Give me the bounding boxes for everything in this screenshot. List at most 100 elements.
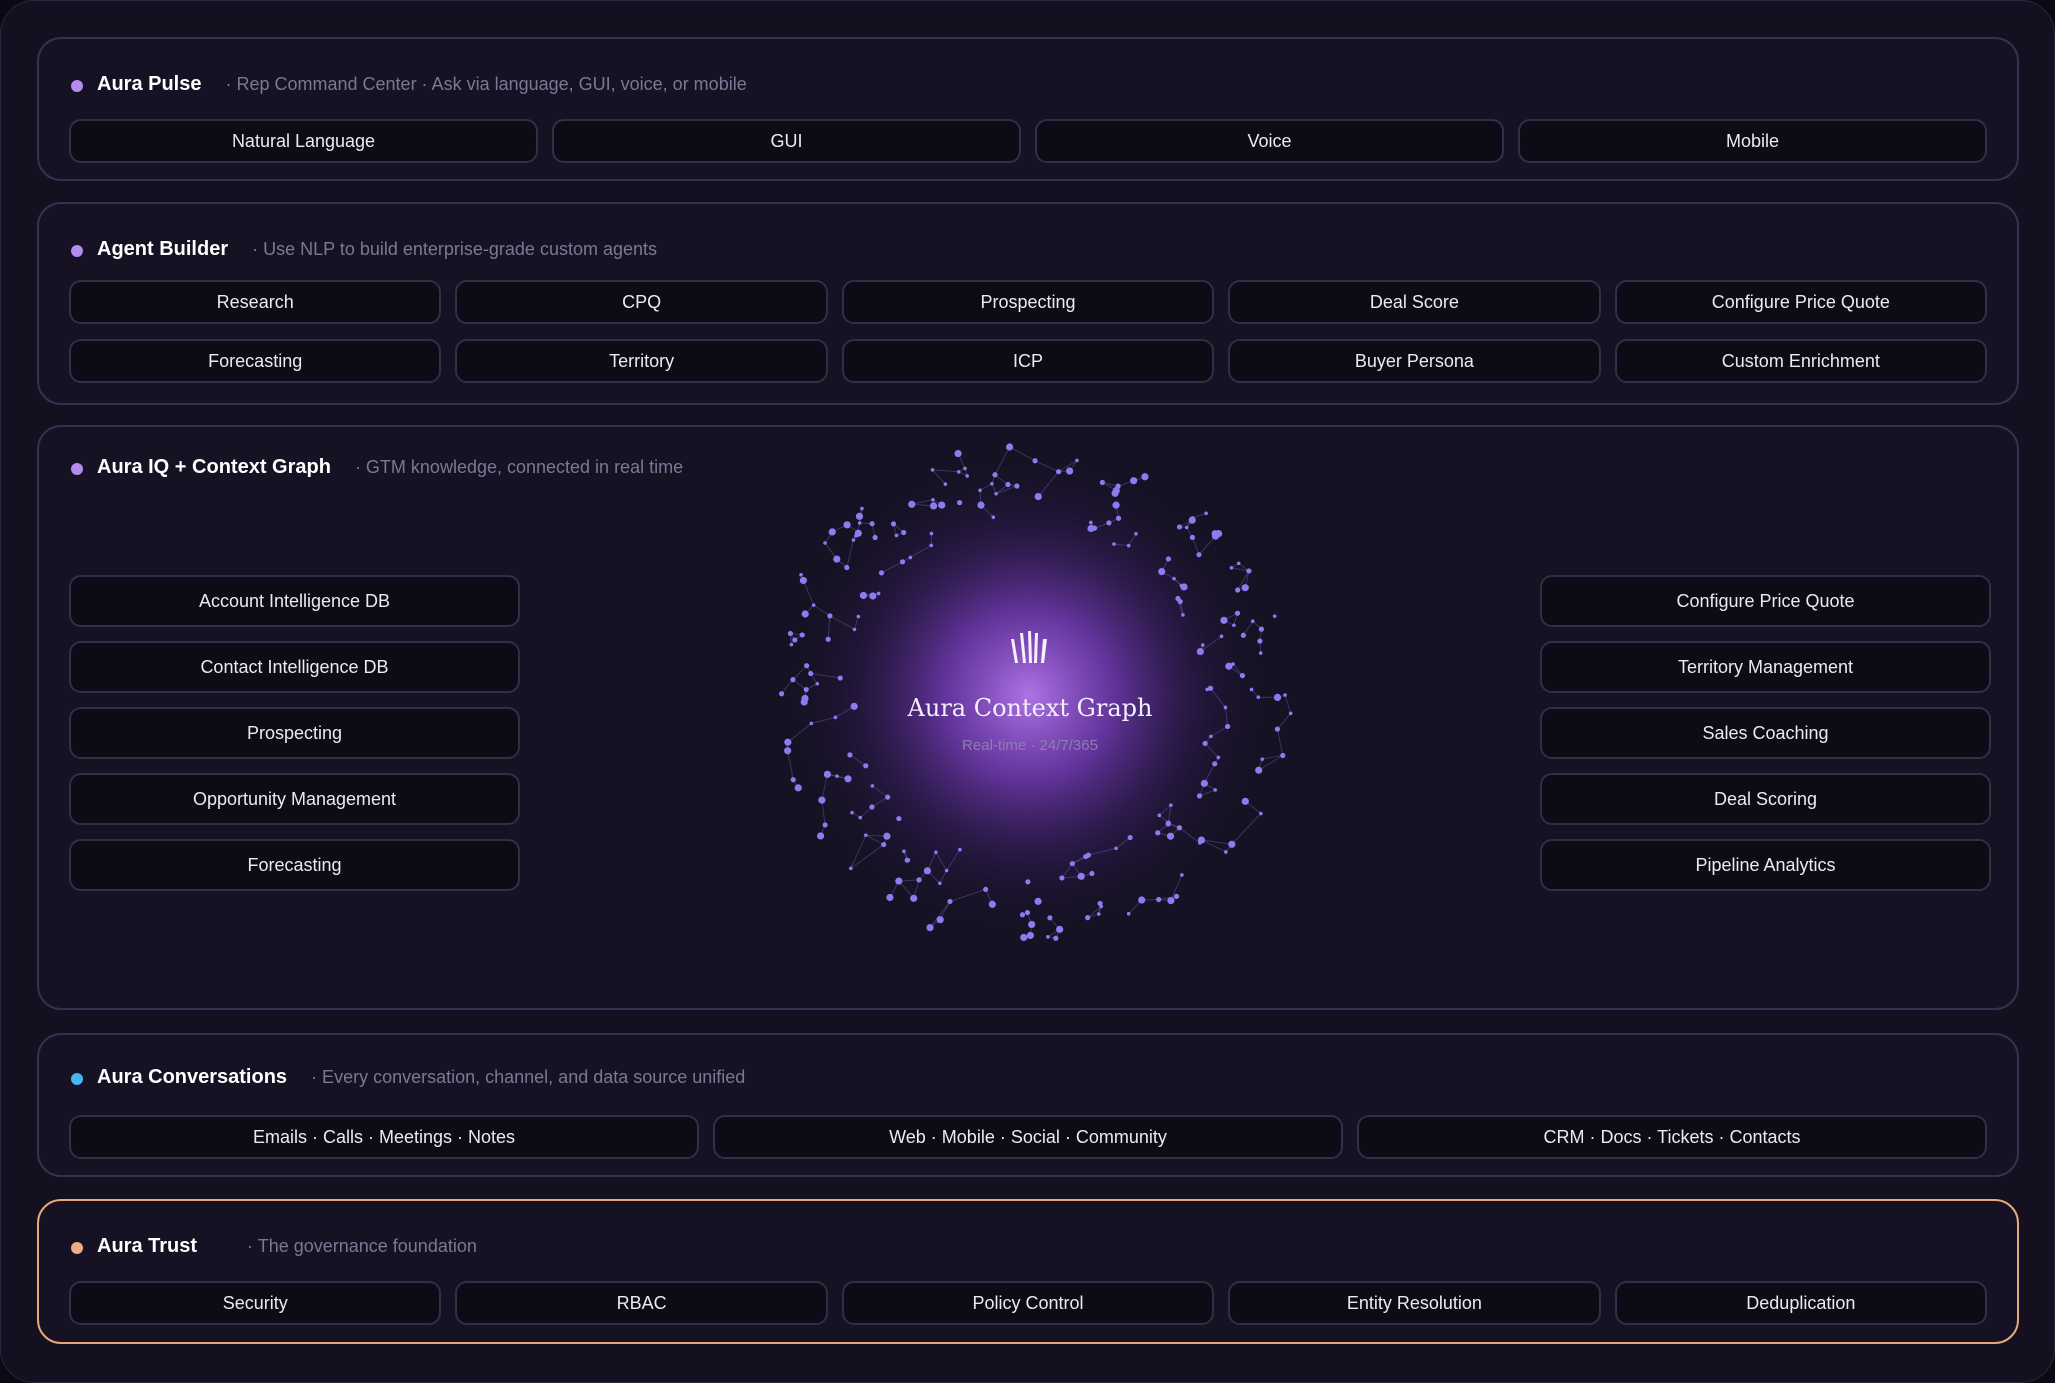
iq-territory-management[interactable]: Territory Management (1540, 641, 1991, 693)
graph-node (1165, 556, 1172, 562)
graph-node (1258, 626, 1264, 632)
agent-configure-price-quote[interactable]: Configure Price Quote (1614, 280, 1988, 324)
graph-node (885, 794, 891, 800)
graph-node (1246, 568, 1252, 574)
trust-policy-control[interactable]: Policy Control (841, 1281, 1215, 1325)
graph-node (1034, 492, 1042, 501)
conversations-emails-calls[interactable]: Emails · Calls · Meetings · Notes (69, 1115, 699, 1159)
graph-node (983, 886, 989, 892)
iq-account-intelligence-db[interactable]: Account Intelligence DB (69, 575, 520, 627)
iq-pipeline-analytics[interactable]: Pipeline Analytics (1540, 839, 1991, 891)
agent-prospecting[interactable]: Prospecting (841, 280, 1215, 324)
trust-deduplication[interactable]: Deduplication (1614, 1281, 1988, 1325)
graph-node (803, 686, 809, 693)
graph-node (1212, 761, 1218, 767)
graph-node (963, 466, 967, 471)
graph-node (1046, 935, 1050, 939)
graph-node (1257, 638, 1263, 644)
graph-node (1005, 481, 1011, 488)
platform-frame: Aura Pulse · Rep Command Center · Ask vi… (0, 0, 2055, 1383)
graph-node (876, 591, 881, 596)
iq-sales-coaching[interactable]: Sales Coaching (1540, 707, 1991, 759)
graph-node (1156, 896, 1162, 903)
agent-row-2: Forecasting Territory ICP Buyer Persona … (69, 339, 1988, 383)
graph-node (851, 538, 856, 542)
graph-node (929, 543, 933, 548)
conversations-crm-docs[interactable]: CRM · Docs · Tickets · Contacts (1357, 1115, 1987, 1159)
section-subtitle: · The governance foundation (247, 1235, 477, 1256)
graph-node (881, 841, 887, 848)
graph-node (850, 810, 854, 815)
section-title: Aura IQ + Context Graph (97, 455, 331, 478)
graph-node (1196, 552, 1202, 558)
graph-node (1274, 726, 1281, 732)
graph-node (869, 592, 877, 600)
pulse-natural-language[interactable]: Natural Language (69, 119, 538, 163)
graph-node (811, 603, 816, 607)
graph-node (856, 614, 861, 619)
iq-right-column: Configure Price Quote Territory Manageme… (1540, 575, 1991, 891)
agent-research[interactable]: Research (69, 280, 442, 324)
graph-node (956, 469, 961, 474)
conversations-web-mobile[interactable]: Web · Mobile · Social · Community (713, 1115, 1343, 1159)
graph-node (835, 774, 839, 778)
agent-forecasting[interactable]: Forecasting (69, 339, 442, 383)
graph-node (1115, 483, 1121, 489)
graph-node (1236, 561, 1241, 566)
graph-node (870, 784, 875, 788)
graph-node (1250, 619, 1255, 623)
trust-rbac[interactable]: RBAC (455, 1281, 828, 1325)
graph-node (1179, 583, 1184, 588)
status-dot-icon (71, 1242, 83, 1254)
section-subtitle: · Every conversation, channel, and data … (311, 1066, 746, 1087)
graph-node (1059, 875, 1065, 881)
graph-node (934, 850, 938, 855)
trust-entity-resolution[interactable]: Entity Resolution (1228, 1281, 1601, 1325)
graph-node (1053, 935, 1059, 941)
graph-node (1126, 911, 1131, 916)
graph-node (1184, 525, 1189, 530)
trust-security[interactable]: Security (69, 1281, 442, 1325)
agent-custom-enrichment[interactable]: Custom Enrichment (1614, 339, 1988, 383)
section-title: Aura Conversations (97, 1065, 288, 1088)
section-subtitle: · GTM knowledge, connected in real time (354, 456, 684, 477)
pulse-gui[interactable]: GUI (552, 119, 1021, 163)
graph-node (943, 482, 948, 486)
graph-node (1272, 614, 1277, 618)
agent-buyer-persona[interactable]: Buyer Persona (1228, 339, 1601, 383)
iq-opportunity-management[interactable]: Opportunity Management (69, 773, 520, 825)
agent-territory[interactable]: Territory (455, 339, 828, 383)
aura-trust-header: Aura Trust · The governance foundation (71, 1231, 477, 1261)
graph-node (859, 591, 868, 600)
iq-deal-scoring[interactable]: Deal Scoring (1540, 773, 1991, 825)
iq-configure-price-quote[interactable]: Configure Price Quote (1540, 575, 1991, 627)
graph-node (977, 501, 985, 509)
graph-node (1205, 687, 1209, 692)
graph-node (1112, 501, 1120, 509)
agent-deal-score[interactable]: Deal Score (1228, 280, 1601, 324)
graph-node (958, 847, 962, 852)
graph-node (1006, 443, 1014, 451)
pulse-mobile[interactable]: Mobile (1518, 119, 1987, 163)
pulse-voice[interactable]: Voice (1035, 119, 1504, 163)
iq-forecasting[interactable]: Forecasting (69, 839, 520, 891)
graph-node (860, 506, 864, 511)
agent-icp[interactable]: ICP (841, 339, 1215, 383)
graph-node (1055, 469, 1062, 475)
iq-contact-intelligence-db[interactable]: Contact Intelligence DB (69, 641, 520, 693)
graph-node (1047, 915, 1053, 921)
agent-cpq[interactable]: CPQ (455, 280, 828, 324)
graph-node (827, 613, 833, 619)
graph-node (1020, 933, 1028, 942)
graph-node (825, 636, 831, 642)
graph-node (1097, 900, 1103, 907)
graph-node (1181, 613, 1185, 617)
graph-node (1200, 643, 1205, 647)
iq-prospecting[interactable]: Prospecting (69, 707, 520, 759)
graph-node (1069, 860, 1075, 867)
graph-node (1180, 873, 1184, 877)
graph-node (1175, 595, 1181, 602)
graph-node (857, 521, 862, 525)
graph-node (1220, 616, 1228, 624)
graph-node (1228, 840, 1236, 848)
